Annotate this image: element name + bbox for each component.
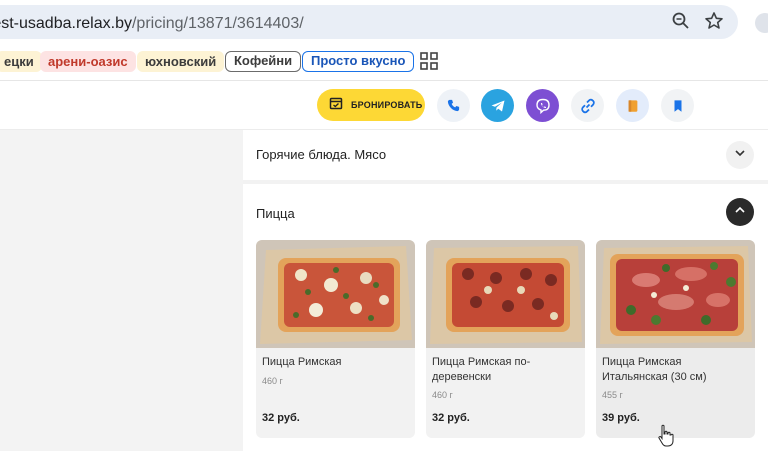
chevron-down-icon — [733, 146, 747, 165]
expand-toggle[interactable] — [726, 141, 754, 169]
menu-book-button[interactable] — [616, 89, 649, 122]
bookmarks-bar: ецки арени-оазис юхновский Кофейни Прост… — [0, 44, 768, 81]
url-path: /pricing/13871/3614403/ — [131, 15, 304, 32]
category-row[interactable]: Горячие блюда. Мясо — [243, 130, 768, 184]
bookmark-chip[interactable]: арени-оазис — [40, 51, 136, 72]
product-photo — [426, 240, 585, 348]
hand-cursor-icon — [656, 424, 676, 448]
menu-book-icon — [626, 98, 640, 114]
zoom-icon[interactable] — [671, 11, 691, 31]
product-weight: 455 г — [602, 390, 623, 400]
bookmark-chip[interactable]: юхновский — [137, 51, 225, 72]
book-button-label: БРОНИРОВАТЬ — [351, 100, 423, 110]
product-card[interactable]: Пицца Римская Итальянская (30 см) 455 г … — [596, 240, 755, 438]
bookmark-chip[interactable]: Кофейни — [225, 51, 302, 72]
viber-icon — [535, 98, 551, 114]
phone-button[interactable] — [437, 89, 470, 122]
product-price: 39 руб. — [602, 412, 640, 424]
url-text[interactable]: rest-usadba.relax.by/pricing/13871/36144… — [0, 15, 304, 33]
category-title: Горячие блюда. Мясо — [256, 147, 387, 162]
link-icon — [580, 98, 596, 114]
bookmark-button[interactable] — [661, 89, 694, 122]
product-price: 32 руб. — [262, 412, 300, 424]
category-row[interactable]: Пицца — [243, 184, 768, 240]
product-name: Пицца Римская Итальянская (30 см) — [602, 356, 707, 383]
bookmark-chip[interactable]: ецки — [0, 51, 42, 72]
product-weight: 460 г — [432, 390, 453, 400]
apps-grid-icon[interactable] — [420, 52, 438, 70]
bookmark-chip[interactable]: Просто вкусно — [302, 51, 415, 72]
product-photo — [596, 240, 755, 348]
collapse-toggle[interactable] — [726, 198, 754, 226]
viber-button[interactable] — [526, 89, 559, 122]
address-bar[interactable]: rest-usadba.relax.by/pricing/13871/36144… — [0, 5, 738, 39]
bookmark-icon — [671, 98, 685, 114]
calendar-icon — [329, 96, 343, 115]
star-icon[interactable] — [704, 11, 724, 31]
product-card[interactable]: Пицца Римская по-деревенски 460 г 32 руб… — [426, 240, 585, 438]
profile-avatar[interactable] — [755, 13, 768, 33]
url-host: rest-usadba.relax.by — [0, 15, 132, 32]
telegram-icon — [490, 98, 506, 114]
phone-icon — [446, 98, 461, 113]
product-card[interactable]: Пицца Римская 460 г 32 руб. — [256, 240, 415, 438]
left-panel — [0, 130, 243, 451]
chevron-up-icon — [733, 203, 747, 222]
product-price: 32 руб. — [432, 412, 470, 424]
category-title: Пицца — [256, 206, 295, 221]
product-name: Пицца Римская — [262, 356, 342, 368]
product-name: Пицца Римская по-деревенски — [432, 356, 531, 383]
browser-toolbar: rest-usadba.relax.by/pricing/13871/36144… — [0, 0, 768, 44]
book-button[interactable]: БРОНИРОВАТЬ — [317, 89, 425, 121]
product-photo — [256, 240, 415, 348]
telegram-button[interactable] — [481, 89, 514, 122]
share-link-button[interactable] — [571, 89, 604, 122]
product-weight: 460 г — [262, 376, 283, 386]
